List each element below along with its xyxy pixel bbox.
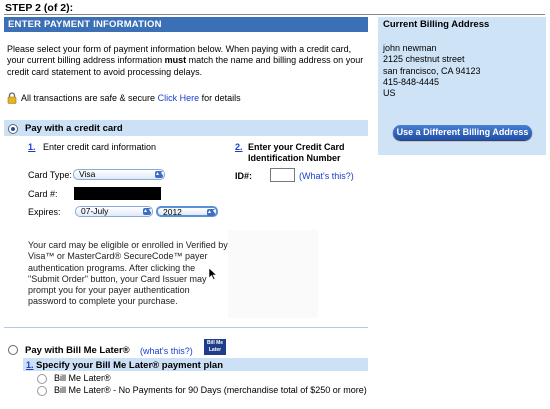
- credit-card-radio[interactable]: [8, 124, 18, 134]
- different-billing-address-button[interactable]: Use a Different Billing Address: [393, 125, 532, 140]
- card-number-label: Card #:: [28, 189, 58, 199]
- address-line: 2125 chestnut street: [383, 54, 465, 65]
- step2-label: Enter your Credit Card Identification Nu…: [248, 142, 345, 163]
- step1-label: Enter credit card information: [43, 142, 157, 152]
- address-line: 415-848-4445: [383, 76, 440, 87]
- bml-step-number: 1.: [26, 360, 34, 370]
- expires-year-select[interactable]: 2012 ▲▼: [156, 206, 218, 217]
- bill-me-later-radio[interactable]: [8, 345, 18, 355]
- billing-title: Current Billing Address: [383, 19, 490, 30]
- secure-note: All transactions are safe & secure Click…: [21, 93, 241, 103]
- card-number-field[interactable]: [74, 187, 161, 200]
- bml-plan-label: Specify your Bill Me Later® payment plan: [36, 360, 224, 371]
- card-type-select[interactable]: Visa ▲▼: [73, 169, 165, 180]
- expires-label: Expires:: [28, 207, 61, 217]
- bml-whats-this-link[interactable]: (what's this?): [140, 346, 193, 356]
- bml-option-2-radio[interactable]: [37, 386, 47, 396]
- card-id-input[interactable]: [270, 168, 295, 182]
- id-label: ID#:: [235, 171, 253, 181]
- bill-me-later-logo-top: Bill Me: [205, 340, 225, 347]
- step-title: STEP 2 (of 2):: [5, 2, 74, 14]
- bill-me-later-logo: Bill Me Later: [204, 339, 226, 355]
- expires-year-value: 2012: [163, 207, 182, 217]
- secure-text: All transactions are safe & secure: [21, 93, 158, 103]
- lock-icon: [7, 92, 17, 104]
- card-type-value: Visa: [79, 169, 96, 179]
- chevron-down-icon: ▲▼: [207, 209, 217, 216]
- divider: [4, 14, 545, 15]
- whats-this-link[interactable]: (What's this?): [299, 171, 354, 181]
- intro-text: Please select your form of payment infor…: [7, 44, 369, 78]
- credit-card-label: Pay with a credit card: [25, 123, 123, 134]
- bill-me-later-logo-bottom: Later: [205, 347, 225, 354]
- expires-month-select[interactable]: 07-July ▲▼: [75, 206, 153, 217]
- address-line: san francisco, CA 94123: [383, 65, 481, 76]
- click-here-link[interactable]: Click Here: [158, 93, 200, 103]
- bml-option-1-radio[interactable]: [37, 374, 47, 384]
- mouse-cursor-icon: [209, 268, 217, 280]
- divider: [4, 327, 368, 328]
- chevron-down-icon: ▲▼: [155, 171, 165, 178]
- verified-logo-area: [228, 230, 318, 318]
- expires-month-value: 07-July: [81, 206, 109, 216]
- verified-text: Your card may be eligible or enrolled in…: [28, 240, 228, 307]
- step2-number: 2.: [235, 142, 243, 152]
- card-type-label: Card Type:: [28, 170, 72, 180]
- address-line: john newman: [383, 43, 437, 53]
- bill-me-later-label: Pay with Bill Me Later®: [25, 345, 130, 356]
- intro-text-bold: must: [164, 55, 187, 66]
- secure-after: for details: [199, 93, 241, 103]
- billing-address: john newman 2125 chestnut street san fra…: [383, 43, 481, 99]
- bml-option-1-label: Bill Me Later®: [54, 373, 111, 383]
- bml-option-2-label: Bill Me Later® - No Payments for 90 Days…: [54, 385, 367, 395]
- step1-number: 1.: [28, 142, 36, 152]
- section-header: ENTER PAYMENT INFORMATION: [4, 17, 368, 32]
- address-line: US: [383, 88, 396, 99]
- chevron-down-icon: ▲▼: [143, 208, 153, 215]
- section-header-title: ENTER PAYMENT INFORMATION: [8, 19, 162, 30]
